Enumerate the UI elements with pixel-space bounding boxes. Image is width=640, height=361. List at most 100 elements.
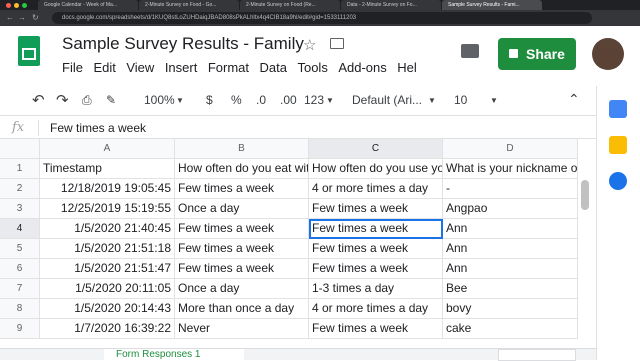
cell[interactable]: 1/5/2020 21:51:18 [40, 239, 175, 259]
cell[interactable]: Ann [443, 239, 578, 259]
reload-icon[interactable]: ↻ [32, 13, 39, 22]
forward-icon[interactable]: → [18, 13, 26, 22]
menu-view[interactable]: View [126, 60, 154, 75]
tasks-icon[interactable] [609, 172, 627, 190]
cell[interactable]: 12/18/2019 19:05:45 [40, 179, 175, 199]
row-header[interactable]: 4 [0, 219, 40, 239]
column-header-a[interactable]: A [40, 139, 175, 159]
chevron-down-icon: ▼ [428, 96, 436, 105]
row-header[interactable]: 3 [0, 199, 40, 219]
menu-format[interactable]: Format [208, 60, 249, 75]
collapse-toolbar-icon[interactable]: ⌃ [568, 91, 580, 108]
cell[interactable]: Ann [443, 259, 578, 279]
font-size-select[interactable]: 10 [454, 93, 467, 107]
cell[interactable]: Few times a week [175, 239, 309, 259]
formula-input[interactable]: Few times a week [50, 121, 146, 135]
cell[interactable]: - [443, 179, 578, 199]
cell[interactable]: Few times a week [309, 259, 443, 279]
formula-bar: fx Few times a week [0, 117, 596, 139]
browser-tab-active[interactable]: Sample Survey Results - Fami... [442, 0, 542, 10]
cell[interactable]: What is your nickname or [443, 159, 578, 179]
column-header-b[interactable]: B [175, 139, 309, 159]
cell[interactable]: More than once a day [175, 299, 309, 319]
cell[interactable]: Few times a week [175, 259, 309, 279]
cell[interactable]: 12/25/2019 15:19:55 [40, 199, 175, 219]
cell[interactable]: 1/5/2020 21:51:47 [40, 259, 175, 279]
browser-chrome: Google Calendar - Week of Ma... 2-Minute… [0, 0, 640, 26]
print-icon[interactable]: ⎙ [82, 93, 92, 108]
cell[interactable]: Ann [443, 219, 578, 239]
menu-edit[interactable]: Edit [93, 60, 115, 75]
cell[interactable]: Never [175, 319, 309, 339]
comment-history-icon[interactable] [461, 44, 479, 58]
column-header-c[interactable]: C [309, 139, 443, 159]
cell[interactable]: Timestamp [40, 159, 175, 179]
cell[interactable]: Few times a week [309, 319, 443, 339]
sheet-tab-form-responses[interactable]: Form Responses 1 [104, 349, 244, 361]
decrease-decimal-button[interactable]: .0 [256, 93, 266, 107]
browser-tab[interactable]: Google Calendar - Week of Ma... [38, 0, 138, 10]
address-bar-area: ← → ↻ docs.google.com/spreadsheets/d/1KU… [0, 10, 640, 26]
url-input[interactable]: docs.google.com/spreadsheets/d/1KUQ8stLo… [52, 12, 592, 24]
browser-tab[interactable]: 2-Minute Survey on Food - Go... [139, 0, 239, 10]
vertical-scrollbar[interactable] [581, 180, 589, 210]
cell[interactable]: How often do you eat with [175, 159, 309, 179]
percent-button[interactable]: % [231, 93, 242, 107]
avatar[interactable] [592, 38, 624, 70]
cell[interactable]: Few times a week [175, 179, 309, 199]
cell[interactable]: cake [443, 319, 578, 339]
cell[interactable]: Few times a week [309, 239, 443, 259]
cell[interactable]: 1/5/2020 21:40:45 [40, 219, 175, 239]
cell[interactable]: 4 or more times a day [309, 299, 443, 319]
currency-button[interactable]: $ [206, 93, 213, 107]
cell[interactable]: Once a day [175, 279, 309, 299]
cell[interactable]: How often do you use yo [309, 159, 443, 179]
cell[interactable]: 1-3 times a day [309, 279, 443, 299]
keep-icon[interactable] [609, 136, 627, 154]
row-header[interactable]: 9 [0, 319, 40, 339]
paint-format-icon[interactable]: ✎ [106, 93, 116, 107]
selected-cell[interactable]: Few times a week [309, 219, 443, 239]
menu-addons[interactable]: Add-ons [338, 60, 386, 75]
more-formats-button[interactable]: 123 [304, 93, 324, 107]
menu-tools[interactable]: Tools [297, 60, 327, 75]
calendar-icon[interactable] [609, 100, 627, 118]
menu-insert[interactable]: Insert [165, 60, 198, 75]
row-header[interactable]: 7 [0, 279, 40, 299]
star-icon[interactable]: ☆ [303, 36, 316, 54]
row-header[interactable]: 2 [0, 179, 40, 199]
increase-decimal-button[interactable]: .00 [280, 93, 297, 107]
cell[interactable]: 1/5/2020 20:11:05 [40, 279, 175, 299]
explore-button[interactable] [498, 349, 576, 361]
row-header[interactable]: 1 [0, 159, 40, 179]
redo-icon[interactable]: ↷ [56, 91, 69, 109]
font-select[interactable]: Default (Ari... [352, 93, 422, 107]
cell[interactable]: 4 or more times a day [309, 179, 443, 199]
undo-icon[interactable]: ↶ [32, 91, 45, 109]
sheets-logo[interactable] [18, 36, 40, 66]
zoom-select[interactable]: 100% [144, 93, 175, 107]
menu-file[interactable]: File [62, 60, 83, 75]
cell[interactable]: 1/5/2020 20:14:43 [40, 299, 175, 319]
cell[interactable]: Once a day [175, 199, 309, 219]
cell[interactable]: Angpao [443, 199, 578, 219]
select-all-corner[interactable] [0, 139, 40, 159]
cell[interactable]: Bee [443, 279, 578, 299]
column-header-d[interactable]: D [443, 139, 578, 159]
cell[interactable]: 1/7/2020 16:39:22 [40, 319, 175, 339]
browser-tab[interactable]: 2-Minute Survey on Food (Re... [240, 0, 340, 10]
row-header[interactable]: 5 [0, 239, 40, 259]
move-to-folder-icon[interactable] [330, 38, 344, 49]
browser-tab[interactable]: Data - 2-Minute Survey on Fo... [341, 0, 441, 10]
row-header[interactable]: 8 [0, 299, 40, 319]
fx-icon: fx [12, 120, 25, 135]
cell[interactable]: bovy [443, 299, 578, 319]
back-icon[interactable]: ← [6, 13, 14, 22]
share-button[interactable]: Share [498, 38, 576, 70]
document-title[interactable]: Sample Survey Results - Family [62, 34, 304, 54]
cell[interactable]: Few times a week [175, 219, 309, 239]
cell[interactable]: Few times a week [309, 199, 443, 219]
menu-data[interactable]: Data [260, 60, 287, 75]
menu-help[interactable]: Hel [397, 60, 417, 75]
row-header[interactable]: 6 [0, 259, 40, 279]
